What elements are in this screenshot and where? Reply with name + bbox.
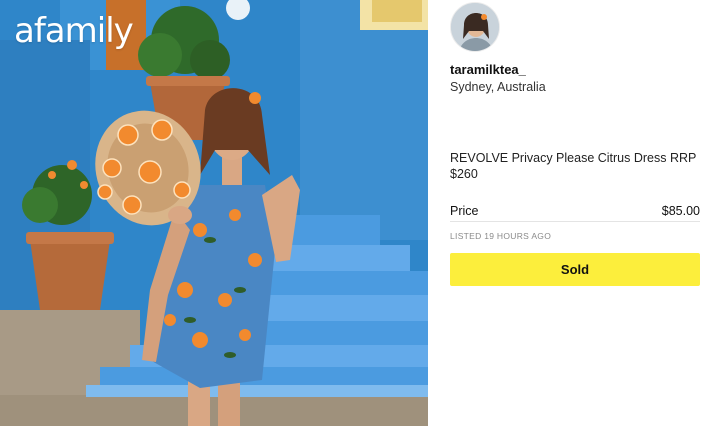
price-row: Price $85.00 <box>450 200 700 222</box>
listed-time: LISTED 19 HOURS AGO <box>450 231 552 241</box>
avatar-image <box>451 3 499 51</box>
product-photo[interactable]: afamily <box>0 0 428 426</box>
seller-location: Sydney, Australia <box>450 80 546 94</box>
seller-username[interactable]: taramilktea_ <box>450 62 526 77</box>
brand-logo: afamily <box>14 11 134 51</box>
item-title: REVOLVE Privacy Please Citrus Dress RRP … <box>450 151 697 181</box>
price-label: Price <box>450 203 479 218</box>
price-value: $85.00 <box>661 203 700 218</box>
photo-scene <box>0 0 428 426</box>
sold-button[interactable]: Sold <box>450 253 700 286</box>
listing-panel: taramilktea_ Sydney, Australia REVOLVE P… <box>428 0 710 426</box>
seller-avatar[interactable] <box>450 2 500 52</box>
